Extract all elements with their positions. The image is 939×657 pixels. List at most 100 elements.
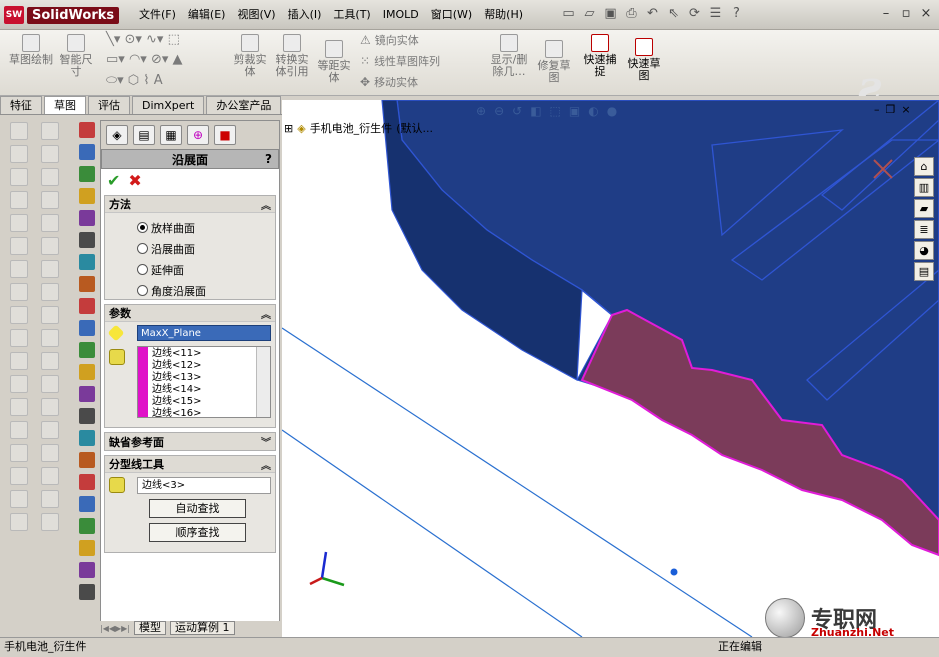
- menu-imold[interactable]: IMOLD: [377, 8, 425, 22]
- config-manager-icon[interactable]: ▦: [160, 125, 182, 145]
- offset-button[interactable]: 等距实体: [314, 40, 354, 84]
- close-icon[interactable]: ×: [917, 5, 935, 23]
- menu-help[interactable]: 帮助(H): [478, 8, 529, 22]
- tab-features[interactable]: 特征: [0, 96, 42, 114]
- tab-dimxpert[interactable]: DimXpert: [132, 96, 205, 114]
- tool-icon[interactable]: [79, 430, 95, 446]
- mirror-button[interactable]: ⚠ 镜向实体: [360, 30, 440, 51]
- plane-field[interactable]: MaxX_Plane: [137, 325, 271, 341]
- radio-loft-surface[interactable]: 放样曲面: [105, 217, 275, 238]
- tab-model[interactable]: 模型: [134, 621, 166, 635]
- slot-icon[interactable]: ⬭▾ ⬡ ⌇ A: [106, 73, 163, 88]
- tool-icon[interactable]: [10, 444, 28, 462]
- tool-icon[interactable]: [10, 168, 28, 186]
- parting-header[interactable]: 分型线工具 ︽: [105, 456, 275, 473]
- trim-button[interactable]: 剪裁实体: [230, 34, 270, 78]
- help-button[interactable]: ?: [265, 152, 272, 166]
- cancel-icon[interactable]: ✖: [128, 171, 141, 190]
- tool-icon[interactable]: [79, 518, 95, 534]
- tool-icon[interactable]: [79, 474, 95, 490]
- tab-sketch[interactable]: 草图: [44, 96, 86, 114]
- display-style-icon[interactable]: ▣: [569, 104, 580, 118]
- tool-icon[interactable]: [10, 490, 28, 508]
- menu-window[interactable]: 窗口(W): [425, 8, 478, 22]
- tool-icon[interactable]: [10, 283, 28, 301]
- tool-icon[interactable]: [10, 260, 28, 278]
- library-icon[interactable]: ▥: [914, 178, 934, 197]
- appearance-icon[interactable]: ◕: [914, 241, 934, 260]
- method-header[interactable]: 方法 ︽: [105, 196, 275, 213]
- list-item[interactable]: 边线<14>: [152, 384, 201, 396]
- expand-icon[interactable]: ⊞: [284, 122, 293, 135]
- tool-icon[interactable]: [79, 232, 95, 248]
- tool-icon[interactable]: [41, 329, 59, 347]
- tool-icon[interactable]: [10, 145, 28, 163]
- menu-tools[interactable]: 工具(T): [327, 8, 376, 22]
- tool-icon[interactable]: [10, 513, 28, 531]
- tree-item[interactable]: 手机电池_衍生件: [310, 120, 393, 136]
- tool-icon[interactable]: [79, 276, 95, 292]
- rectangle-icon[interactable]: ▭▾ ◠▾ ⊘▾ ▲: [106, 52, 183, 67]
- zoom-fit-icon[interactable]: ⊕: [476, 104, 486, 118]
- tool-icon[interactable]: [10, 398, 28, 416]
- tool-icon[interactable]: [79, 298, 95, 314]
- tool-icon[interactable]: [79, 188, 95, 204]
- rebuild-icon[interactable]: ⟳: [686, 6, 703, 21]
- tool-icon[interactable]: [79, 166, 95, 182]
- home-icon[interactable]: ⌂: [914, 157, 934, 176]
- minimize-icon[interactable]: –: [877, 5, 895, 23]
- tool-icon[interactable]: [79, 144, 95, 160]
- view-orient-icon[interactable]: ⬚: [550, 104, 561, 118]
- list-item[interactable]: 边线<15>: [152, 396, 201, 408]
- properties-icon[interactable]: ▤: [914, 262, 934, 281]
- tool-icon[interactable]: [10, 352, 28, 370]
- linear-pattern-button[interactable]: ⁙ 线性草图阵列: [360, 51, 440, 72]
- tool-icon[interactable]: [10, 421, 28, 439]
- parting-edge-field[interactable]: 边线<3>: [137, 477, 271, 494]
- hide-show-icon[interactable]: ◐: [588, 104, 598, 118]
- tool-icon[interactable]: [41, 122, 59, 140]
- tool-icon[interactable]: [41, 352, 59, 370]
- tool-icon[interactable]: [41, 168, 59, 186]
- tool-icon[interactable]: [41, 283, 59, 301]
- appearance-icon[interactable]: ●: [607, 104, 617, 118]
- smart-dimension-button[interactable]: 智能尺寸: [56, 34, 96, 78]
- tool-icon[interactable]: [10, 375, 28, 393]
- menu-file[interactable]: 文件(F): [133, 8, 182, 22]
- tool-icon[interactable]: [79, 386, 95, 402]
- restore-icon[interactable]: ❐: [886, 103, 896, 116]
- list-item[interactable]: 边线<12>: [152, 360, 201, 372]
- tool-icon[interactable]: [10, 237, 28, 255]
- tool-icon[interactable]: [41, 421, 59, 439]
- tool-icon[interactable]: [41, 398, 59, 416]
- tool-icon[interactable]: [41, 191, 59, 209]
- quick-snap-button[interactable]: 快速捕捉: [580, 34, 620, 78]
- sequence-find-button[interactable]: 顺序查找: [149, 523, 246, 542]
- tool-icon[interactable]: [79, 584, 95, 600]
- params-header[interactable]: 参数 ︽: [105, 305, 275, 322]
- edge-list-scrollbar[interactable]: [256, 347, 270, 417]
- list-item[interactable]: 边线<13>: [152, 372, 201, 384]
- tool-icon[interactable]: [41, 214, 59, 232]
- graphics-area[interactable]: ⊞ ◈ 手机电池_衍生件 (默认... ⊕ ⊖ ↺ ◧ ⬚ ▣ ◐ ● – ❐ …: [282, 100, 939, 637]
- options-icon[interactable]: ☰: [707, 6, 724, 21]
- radio-ruled-surface[interactable]: 沿展曲面: [105, 238, 275, 259]
- tab-evaluate[interactable]: 评估: [88, 96, 130, 114]
- edge-list[interactable]: 边线<11> 边线<12> 边线<13> 边线<14> 边线<15> 边线<16…: [137, 346, 271, 418]
- default-ref-header[interactable]: 缺省参考面 ︾: [105, 433, 275, 450]
- move-button[interactable]: ✥ 移动实体: [360, 72, 440, 93]
- minimize-icon[interactable]: –: [874, 103, 880, 116]
- property-manager-icon[interactable]: ▤: [133, 125, 155, 145]
- dimxpert-icon[interactable]: ⊕: [187, 125, 209, 145]
- palette-icon[interactable]: ≣: [914, 220, 934, 239]
- tool-icon[interactable]: [10, 467, 28, 485]
- tool-icon[interactable]: [79, 254, 95, 270]
- open-icon[interactable]: ▱: [581, 6, 598, 21]
- list-item[interactable]: 边线<11>: [152, 348, 201, 360]
- tool-icon[interactable]: [41, 490, 59, 508]
- section-icon[interactable]: ◧: [530, 104, 541, 118]
- nav-arrows-icon[interactable]: |◀◀▶▶|: [100, 624, 130, 633]
- new-icon[interactable]: ▭: [560, 6, 577, 21]
- tool-icon[interactable]: [41, 444, 59, 462]
- display-manager-icon[interactable]: ■: [214, 125, 236, 145]
